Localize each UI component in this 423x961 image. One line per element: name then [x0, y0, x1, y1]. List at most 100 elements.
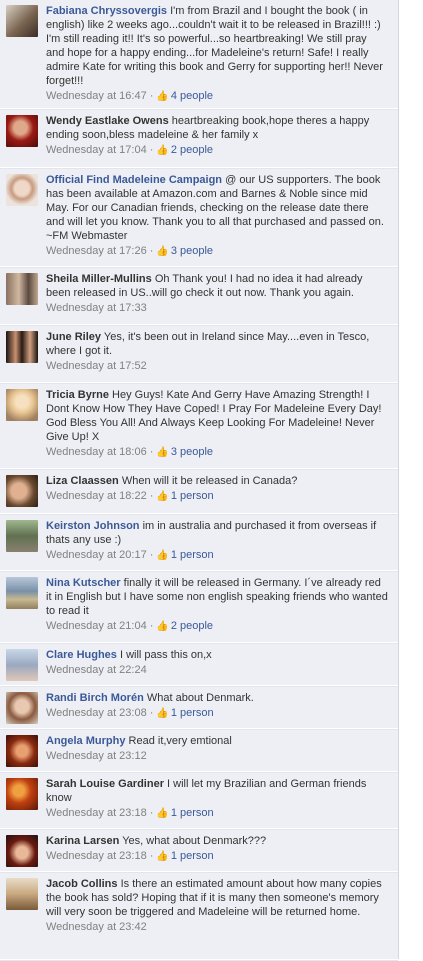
avatar[interactable] [6, 778, 38, 810]
comment-item: June Riley Yes, it's been out in Ireland… [0, 326, 398, 384]
avatar[interactable] [6, 520, 38, 552]
comment-item: Nina Kutscher finally it will be release… [0, 572, 398, 644]
comment-meta: Wednesday at 20:17 · 👍 1 person [46, 548, 388, 563]
avatar[interactable] [6, 115, 38, 147]
comment-item: Tricia Byrne Hey Guys! Kate And Gerry Ha… [0, 384, 398, 470]
thumbs-up-icon: 👍 [156, 851, 169, 862]
separator: · [149, 549, 154, 561]
comment-timestamp[interactable]: Wednesday at 23:18 [46, 850, 147, 862]
comment-timestamp[interactable]: Wednesday at 18:22 [46, 490, 147, 502]
comment-author[interactable]: Angela Murphy [46, 735, 125, 747]
thumbs-up-icon: 👍 [156, 808, 169, 819]
comment-item: Angela Murphy Read it,very emtional Wedn… [0, 730, 398, 773]
comment-timestamp[interactable]: Wednesday at 17:04 [46, 144, 147, 156]
comment-author[interactable]: Fabiana Chryssovergis [46, 5, 167, 17]
comment-meta: Wednesday at 17:04 · 👍 2 people [46, 143, 388, 158]
separator: · [149, 245, 154, 257]
avatar[interactable] [6, 475, 38, 507]
like-count[interactable]: 1 person [171, 549, 214, 561]
comment-author[interactable]: Sheila Miller-Mullins [46, 273, 152, 285]
like-count[interactable]: 3 people [171, 245, 213, 257]
avatar[interactable] [6, 331, 38, 363]
avatar[interactable] [6, 577, 38, 609]
comment-meta: Wednesday at 17:33 [46, 301, 388, 315]
thumbs-up-icon: 👍 [156, 246, 169, 257]
comment-meta: Wednesday at 17:52 [46, 359, 388, 373]
thumbs-up-icon: 👍 [156, 708, 169, 719]
comment-text: Yes, what about Denmark??? [122, 835, 267, 847]
like-count[interactable]: 1 person [171, 707, 214, 719]
comment-item: Sheila Miller-Mullins Oh Thank you! I ha… [0, 268, 398, 326]
comment-timestamp[interactable]: Wednesday at 23:42 [46, 921, 147, 933]
avatar[interactable] [6, 649, 38, 681]
comment-item: Keirston Johnson im in australia and pur… [0, 515, 398, 572]
comment-timestamp[interactable]: Wednesday at 23:08 [46, 707, 147, 719]
avatar[interactable] [6, 174, 38, 206]
comment-author[interactable]: Karina Larsen [46, 835, 119, 847]
comment-timestamp[interactable]: Wednesday at 20:17 [46, 549, 147, 561]
comment-meta: Wednesday at 21:04 · 👍 2 people [46, 619, 388, 634]
comment-author[interactable]: Clare Hughes [46, 649, 117, 661]
separator: · [149, 707, 154, 719]
separator: · [149, 620, 154, 632]
separator: · [149, 144, 154, 156]
comment-text: Read it,very emtional [128, 735, 232, 747]
comment-author[interactable]: Official Find Madeleine Campaign [46, 174, 222, 186]
comment-item: Jacob Collins Is there an estimated amou… [0, 873, 398, 961]
comment-meta: Wednesday at 23:18 · 👍 1 person [46, 849, 388, 864]
avatar[interactable] [6, 735, 38, 767]
comment-meta: Wednesday at 22:24 [46, 663, 388, 677]
separator: · [149, 807, 154, 819]
avatar[interactable] [6, 835, 38, 867]
comment-timestamp[interactable]: Wednesday at 17:26 [46, 245, 147, 257]
avatar[interactable] [6, 5, 38, 37]
comment-author[interactable]: Keirston Johnson [46, 520, 140, 532]
comment-meta: Wednesday at 18:22 · 👍 1 person [46, 489, 388, 504]
comment-author[interactable]: Tricia Byrne [46, 389, 109, 401]
avatar[interactable] [6, 692, 38, 724]
comment-item: Wendy Eastlake Owens heartbreaking book,… [0, 110, 398, 169]
comment-timestamp[interactable]: Wednesday at 17:33 [46, 302, 147, 314]
comment-text: When will it be released in Canada? [121, 475, 298, 487]
comment-item: Randi Birch Morén What about Denmark. We… [0, 687, 398, 730]
comment-timestamp[interactable]: Wednesday at 23:12 [46, 750, 147, 762]
comment-item: Fabiana Chryssovergis I'm from Brazil an… [0, 0, 398, 110]
like-count[interactable]: 3 people [171, 446, 213, 458]
avatar[interactable] [6, 273, 38, 305]
comment-author[interactable]: Sarah Louise Gardiner [46, 778, 164, 790]
avatar[interactable] [6, 389, 38, 421]
avatar[interactable] [6, 878, 38, 910]
comment-author[interactable]: Randi Birch Morén [46, 692, 144, 704]
comment-timestamp[interactable]: Wednesday at 17:52 [46, 360, 147, 372]
comment-timestamp[interactable]: Wednesday at 23:18 [46, 807, 147, 819]
comment-meta: Wednesday at 18:06 · 👍 3 people [46, 445, 388, 460]
separator: · [149, 446, 154, 458]
like-count[interactable]: 1 person [171, 490, 214, 502]
comment-item: Sarah Louise Gardiner I will let my Braz… [0, 773, 398, 830]
comment-text: What about Denmark. [146, 692, 254, 704]
separator: · [149, 490, 154, 502]
comment-author[interactable]: Wendy Eastlake Owens [46, 115, 169, 127]
thumbs-up-icon: 👍 [156, 145, 169, 156]
thumbs-up-icon: 👍 [156, 621, 169, 632]
comment-thread: Fabiana Chryssovergis I'm from Brazil an… [0, 0, 399, 961]
thumbs-up-icon: 👍 [156, 550, 169, 561]
comment-author[interactable]: Jacob Collins [46, 878, 118, 890]
comment-meta: Wednesday at 23:42 [46, 920, 388, 934]
comment-meta: Wednesday at 23:18 · 👍 1 person [46, 806, 388, 821]
like-count[interactable]: 1 person [171, 850, 214, 862]
comment-timestamp[interactable]: Wednesday at 21:04 [46, 620, 147, 632]
comment-timestamp[interactable]: Wednesday at 18:06 [46, 446, 147, 458]
like-count[interactable]: 2 people [171, 620, 213, 632]
comment-text: I will pass this on,x [119, 649, 212, 661]
comment-item: Official Find Madeleine Campaign @ our U… [0, 169, 398, 268]
comment-item: Karina Larsen Yes, what about Denmark???… [0, 830, 398, 873]
comment-timestamp[interactable]: Wednesday at 22:24 [46, 664, 147, 676]
comment-timestamp[interactable]: Wednesday at 16:47 [46, 90, 147, 102]
like-count[interactable]: 4 people [171, 90, 213, 102]
like-count[interactable]: 1 person [171, 807, 214, 819]
comment-author[interactable]: Liza Claassen [46, 475, 119, 487]
comment-author[interactable]: Nina Kutscher [46, 577, 121, 589]
like-count[interactable]: 2 people [171, 144, 213, 156]
comment-author[interactable]: June Riley [46, 331, 101, 343]
